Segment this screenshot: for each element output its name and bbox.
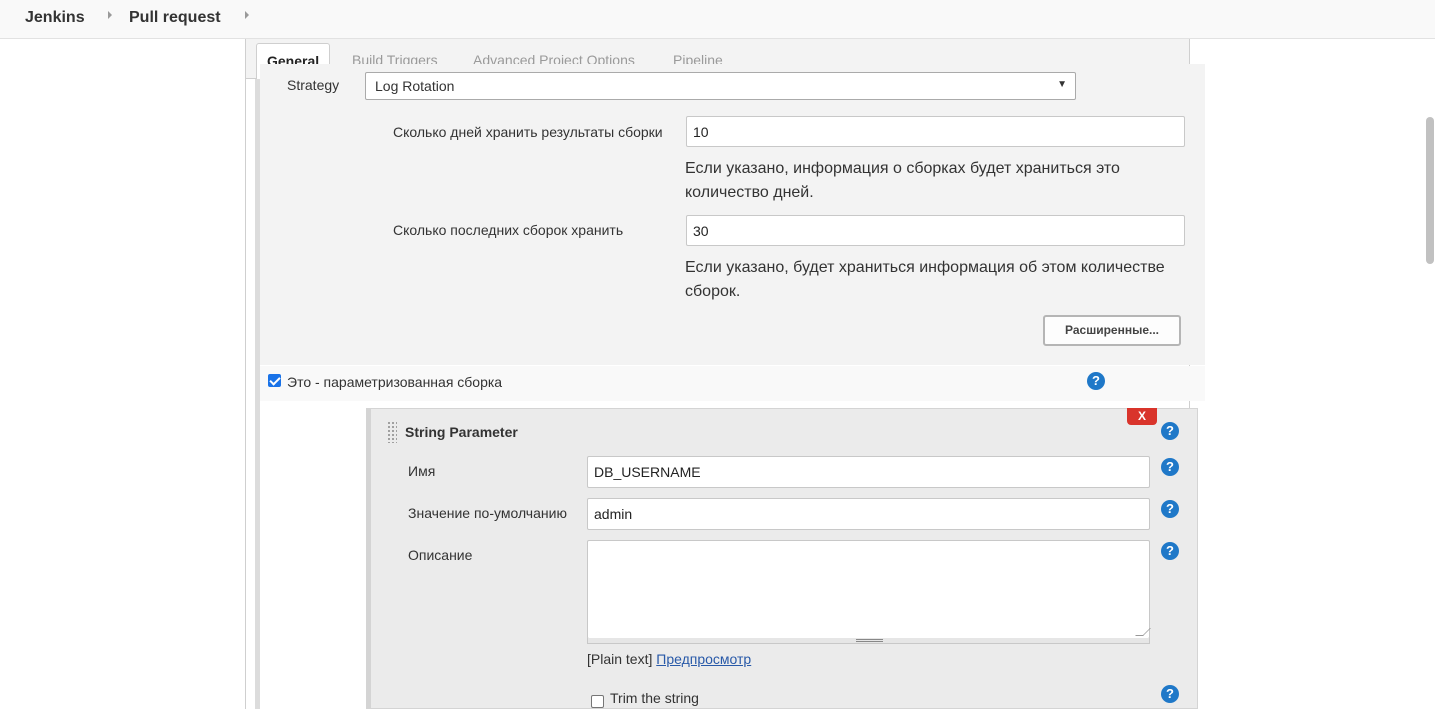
breadcrumb-separator-icon (108, 11, 112, 19)
format-label: [Plain text] Предпросмотр (587, 651, 751, 667)
delete-parameter-button[interactable]: X (1127, 408, 1157, 425)
days-help-line: количество дней. (685, 184, 814, 201)
preview-link[interactable]: Предпросмотр (656, 651, 751, 667)
resize-grip-icon[interactable] (1135, 628, 1151, 636)
days-to-keep-help: Если указано, информация о сборках будет… (685, 157, 1120, 205)
help-icon[interactable]: ? (1161, 458, 1179, 476)
chevron-down-icon: ▼ (1057, 79, 1067, 90)
breadcrumb-pull-request[interactable]: Pull request (129, 9, 221, 27)
days-help-line: Если указано, информация о сборках будет… (685, 160, 1120, 177)
param-default-input[interactable]: admin (587, 498, 1150, 530)
param-name-input[interactable]: DB_USERNAME (587, 456, 1150, 488)
param-description-textarea[interactable] (587, 540, 1151, 639)
breadcrumb-separator-icon (245, 11, 249, 19)
breadcrumb-jenkins[interactable]: Jenkins (25, 9, 85, 27)
builds-help-line: Если указано, будет храниться информация… (685, 259, 1165, 276)
param-name-label: Имя (408, 463, 436, 479)
param-description-label: Описание (408, 547, 473, 563)
breadcrumb-bar: Jenkins Pull request (0, 0, 1435, 39)
advanced-button[interactable]: Расширенные... (1043, 315, 1181, 346)
parameterized-checkbox[interactable] (268, 374, 281, 387)
help-icon[interactable]: ? (1161, 500, 1179, 518)
trim-checkbox[interactable] (591, 695, 604, 708)
days-to-keep-label: Сколько дней хранить результаты сборки (393, 124, 663, 140)
trim-label[interactable]: Trim the string (610, 690, 699, 706)
builds-to-keep-input[interactable]: 30 (686, 215, 1185, 246)
builds-to-keep-label: Сколько последних сборок хранить (393, 222, 624, 238)
strategy-select-value: Log Rotation (375, 78, 455, 94)
strategy-select[interactable]: Log Rotation ▼ (365, 72, 1076, 100)
builds-help-line: сборок. (685, 283, 741, 300)
help-icon[interactable]: ? (1161, 422, 1179, 440)
strategy-label: Strategy (287, 77, 340, 93)
param-default-label: Значение по-умолчанию (408, 505, 567, 521)
days-to-keep-input[interactable]: 10 (686, 116, 1185, 147)
help-icon[interactable]: ? (1161, 542, 1179, 560)
page-scrollbar[interactable] (1426, 117, 1434, 264)
resize-handle-icon (856, 639, 883, 642)
drag-handle-icon[interactable] (387, 421, 397, 443)
parameterized-label[interactable]: Это - параметризованная сборка (287, 374, 502, 390)
string-parameter-title: String Parameter (405, 424, 518, 440)
help-icon[interactable]: ? (1161, 685, 1179, 703)
help-icon[interactable]: ? (1087, 372, 1105, 390)
plain-text-label: [Plain text] (587, 651, 653, 667)
builds-to-keep-help: Если указано, будет храниться информация… (685, 256, 1165, 304)
textarea-resize-bar[interactable] (587, 638, 1150, 644)
